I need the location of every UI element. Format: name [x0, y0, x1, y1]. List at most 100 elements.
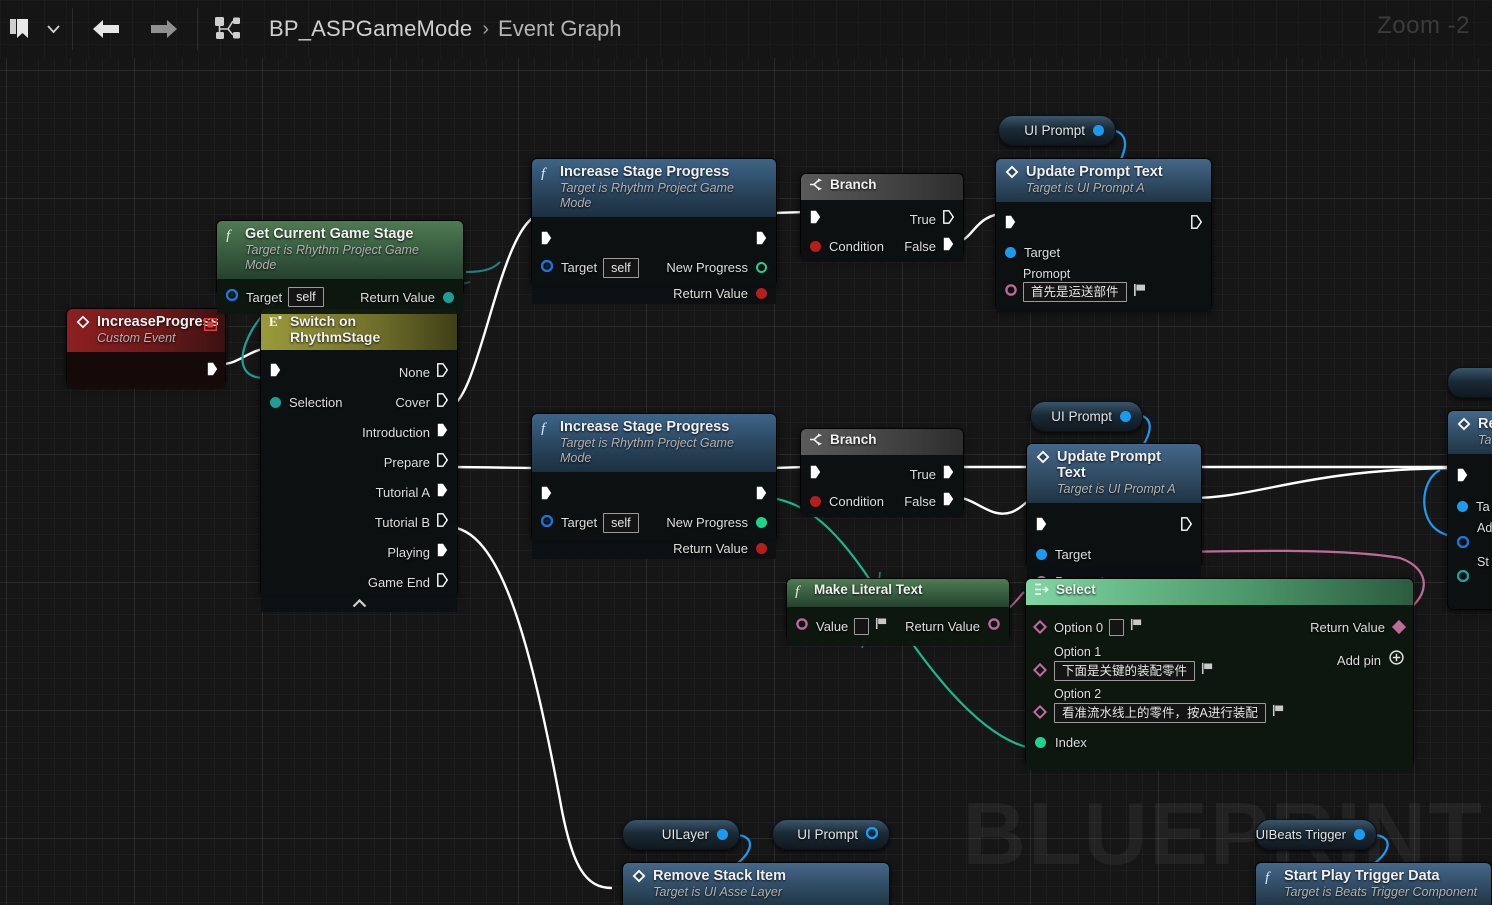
return-value-pin[interactable] [756, 542, 767, 554]
true-exec-pin[interactable] [943, 210, 955, 229]
option-2-value-field[interactable]: 看准流水线上的零件，按A进行装配 [1054, 703, 1266, 723]
exec-out-pin-game-end[interactable] [437, 572, 449, 592]
output-pin[interactable] [717, 829, 728, 840]
return-value-pin[interactable] [1391, 619, 1407, 635]
exec-in-pin[interactable] [541, 231, 552, 250]
value-pin[interactable] [796, 617, 808, 635]
value-field[interactable] [854, 617, 870, 635]
target-value-field[interactable]: self [288, 287, 324, 307]
node-title: Select [1056, 582, 1096, 597]
target-pin[interactable] [1457, 500, 1468, 512]
bookmark-button[interactable] [0, 8, 39, 50]
event-delegate-pin[interactable] [203, 317, 218, 336]
getter-ui-prompt-2[interactable]: UI Prompt [1030, 401, 1143, 432]
node-increase-stage-progress-1[interactable]: f Increase Stage Progress Target is Rhyt… [531, 158, 777, 304]
exec-out-pin-playing[interactable] [437, 543, 448, 562]
getter-ui-beats-trigger[interactable]: UIBeats Trigger [1255, 819, 1377, 850]
pin-b[interactable] [1456, 569, 1470, 587]
selection-pin[interactable] [270, 396, 281, 408]
true-exec-pin[interactable] [943, 465, 954, 484]
condition-pin[interactable] [810, 241, 821, 252]
flag-icon[interactable] [1201, 662, 1214, 680]
output-pin[interactable] [865, 826, 879, 842]
target-pin[interactable] [540, 514, 554, 532]
node-collapse-toggle[interactable] [261, 598, 457, 609]
getter-ui-layer[interactable]: UILayer [622, 819, 740, 850]
option-0-pin[interactable] [1032, 619, 1048, 635]
pin-a[interactable] [1456, 535, 1470, 553]
exec-out-pin-introduction[interactable] [437, 423, 448, 442]
node-select[interactable]: Select Option 0 Return Value Option 1 下面… [1025, 578, 1414, 770]
index-pin[interactable] [1035, 736, 1046, 748]
option-2-pin[interactable] [1032, 704, 1048, 720]
exec-pin-icon [437, 512, 449, 527]
promopt-value-field[interactable]: 首先是运送部件 [1023, 282, 1127, 302]
exec-in-pin[interactable] [1005, 215, 1016, 234]
exec-out-pin-none[interactable] [437, 362, 449, 382]
target-pin[interactable] [540, 259, 554, 277]
exec-out-pin[interactable] [756, 486, 767, 505]
target-value-field[interactable]: self [603, 512, 639, 533]
exec-out-pin-tutorial-b[interactable] [437, 512, 449, 532]
target-pin[interactable] [1005, 247, 1016, 258]
flag-icon[interactable] [1133, 283, 1147, 302]
exec-out-pin-tutorial-a[interactable] [437, 483, 448, 502]
node-start-play-trigger-data[interactable]: f Start Play Trigger Data Target is Beat… [1255, 862, 1492, 905]
false-exec-pin[interactable] [943, 492, 954, 511]
exec-out-pin[interactable] [756, 231, 767, 250]
new-progress-pin[interactable] [756, 262, 767, 273]
target-pin[interactable] [225, 288, 239, 306]
return-value-pin[interactable] [988, 617, 1000, 635]
option-1-pin[interactable] [1032, 662, 1048, 678]
breadcrumb-current[interactable]: Event Graph [498, 16, 622, 42]
node-branch-1[interactable]: Branch True Condition False [800, 173, 964, 262]
node-switch-on-rhythm-stage[interactable]: E Switch on RhythmStage None Selection C… [260, 308, 458, 612]
node-make-literal-text[interactable]: f Make Literal Text Value Return Value [786, 578, 1010, 646]
breadcrumb-root[interactable]: BP_ASPGameMode [269, 16, 472, 42]
exec-out-pin[interactable] [1191, 215, 1203, 234]
node-get-current-game-stage[interactable]: f Get Current Game Stage Target is Rhyth… [216, 220, 464, 314]
exec-out-pin-cover[interactable] [437, 392, 449, 412]
node-clipped-right[interactable]: Re Ta Ta Ad St [1447, 410, 1492, 610]
getter-clipped-right[interactable] [1447, 367, 1492, 398]
promopt-pin[interactable] [1005, 283, 1017, 301]
target-pin[interactable] [1036, 548, 1047, 560]
node-update-prompt-text-1[interactable]: Update Prompt Text Target is UI Prompt A… [995, 158, 1212, 312]
exec-in-pin[interactable] [810, 465, 821, 484]
condition-pin[interactable] [810, 496, 821, 507]
exec-out-pin[interactable] [1181, 516, 1193, 536]
exec-out-pin[interactable] [207, 362, 218, 381]
flag-icon[interactable] [1130, 618, 1143, 636]
option-1-value-field[interactable]: 下面是关键的装配零件 [1054, 661, 1196, 681]
exec-in-pin[interactable] [270, 363, 281, 382]
output-pin[interactable] [1120, 411, 1131, 422]
flag-icon[interactable] [1272, 704, 1285, 722]
bookmark-dropdown-button[interactable] [39, 8, 68, 50]
exec-out-pin-prepare[interactable] [437, 452, 449, 472]
return-value-pin[interactable] [443, 291, 454, 303]
false-exec-pin[interactable] [943, 237, 954, 256]
target-value-field[interactable]: self [603, 257, 639, 278]
node-update-prompt-text-2[interactable]: Update Prompt Text Target is UI Prompt A… [1026, 443, 1202, 589]
output-pin[interactable] [1354, 829, 1365, 840]
back-button[interactable] [77, 8, 135, 50]
forward-button[interactable] [135, 8, 193, 50]
graph-type-icon-button[interactable] [202, 8, 255, 50]
exec-in-pin[interactable] [1457, 468, 1468, 487]
node-increase-stage-progress-2[interactable]: f Increase Stage Progress Target is Rhyt… [531, 413, 777, 559]
node-title: IncreaseProgress [97, 314, 219, 330]
flag-icon[interactable] [875, 617, 888, 635]
add-pin-button[interactable]: Add pin [1337, 650, 1404, 670]
node-branch-2[interactable]: Branch True Condition False [800, 428, 964, 517]
node-increase-progress-event[interactable]: IncreaseProgress Custom Event [66, 308, 226, 388]
new-progress-pin[interactable] [756, 517, 767, 528]
getter-ui-prompt-3[interactable]: UI Prompt [772, 819, 890, 850]
getter-ui-prompt-1[interactable]: UI Prompt [998, 115, 1116, 146]
node-remove-stack-item[interactable]: Remove Stack Item Target is UI Asse Laye… [622, 862, 890, 905]
output-pin[interactable] [1093, 125, 1104, 136]
exec-in-pin[interactable] [810, 210, 821, 229]
return-value-pin[interactable] [756, 287, 767, 299]
option-0-value-field[interactable] [1109, 618, 1125, 636]
exec-in-pin[interactable] [541, 486, 552, 505]
exec-in-pin[interactable] [1036, 517, 1047, 536]
